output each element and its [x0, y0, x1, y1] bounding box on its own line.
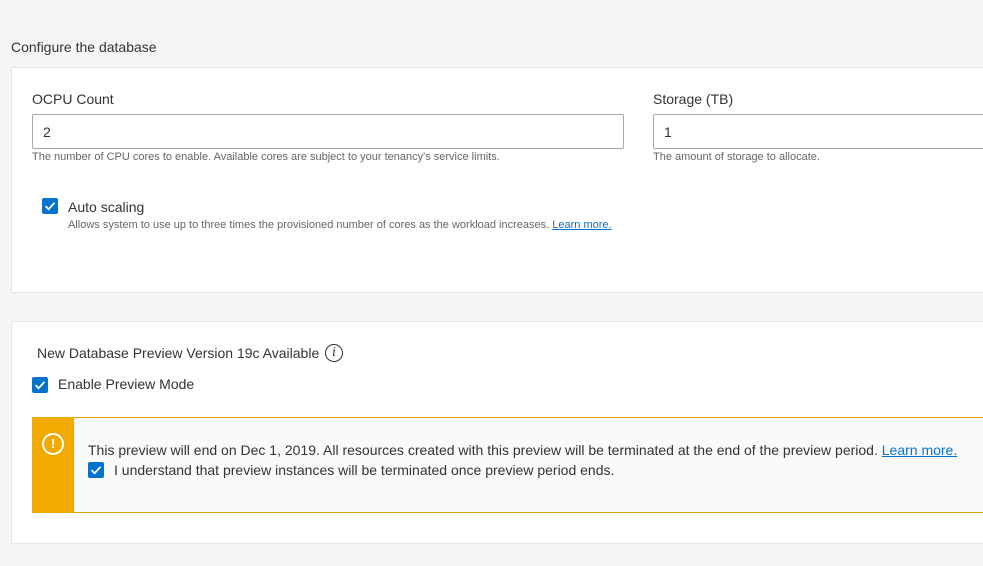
preview-learn-more-link[interactable]: Learn more.: [882, 442, 957, 458]
warning-bar: !: [32, 417, 74, 513]
section-title: Configure the database: [11, 39, 157, 55]
preview-panel: New Database Preview Version 19c Availab…: [11, 321, 983, 544]
enable-preview-label: Enable Preview Mode: [58, 376, 195, 392]
preview-warning-message: This preview will end on Dec 1, 2019. Al…: [88, 442, 878, 458]
info-icon[interactable]: i: [325, 344, 343, 362]
auto-scaling-help-text: Allows system to use up to three times t…: [68, 219, 550, 231]
checkmark-icon: [34, 381, 46, 390]
preview-heading: New Database Preview Version 19c Availab…: [37, 345, 320, 361]
auto-scaling-learn-more-link[interactable]: Learn more.: [552, 219, 611, 231]
auto-scaling-help: Allows system to use up to three times t…: [68, 219, 612, 231]
database-config-panel: OCPU Count The number of CPU cores to en…: [11, 67, 983, 293]
acknowledge-checkbox[interactable]: [88, 462, 104, 478]
warning-icon: !: [42, 433, 64, 455]
checkmark-icon: [44, 202, 56, 211]
preview-warning-box: ! This preview will end on Dec 1, 2019. …: [32, 417, 983, 513]
preview-warning-text: This preview will end on Dec 1, 2019. Al…: [88, 442, 957, 458]
auto-scaling-checkbox[interactable]: [42, 198, 58, 214]
checkmark-icon: [90, 466, 102, 475]
storage-input[interactable]: [653, 114, 983, 149]
storage-help: The amount of storage to allocate.: [653, 151, 820, 163]
enable-preview-checkbox[interactable]: [32, 377, 48, 393]
ocpu-count-help: The number of CPU cores to enable. Avail…: [32, 151, 500, 163]
acknowledge-label: I understand that preview instances will…: [114, 462, 615, 478]
storage-label: Storage (TB): [653, 91, 734, 107]
ocpu-count-input[interactable]: [32, 114, 624, 149]
auto-scaling-label: Auto scaling: [68, 199, 145, 215]
ocpu-count-label: OCPU Count: [32, 91, 114, 107]
